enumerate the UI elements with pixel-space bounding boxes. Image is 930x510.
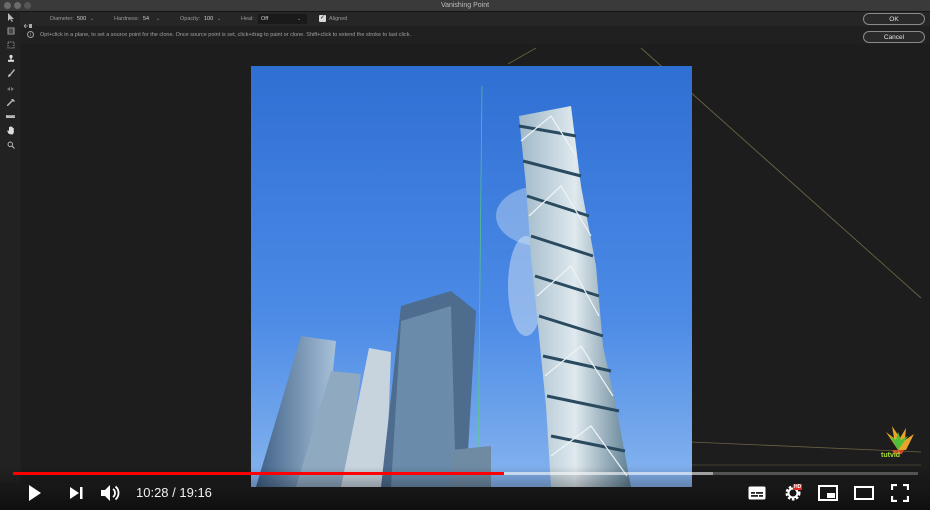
hand-tool-icon[interactable] — [5, 126, 16, 135]
diameter-field[interactable]: 500 — [77, 14, 86, 24]
diameter-dropdown-icon[interactable]: ⌄ — [90, 14, 94, 24]
subtitles-button[interactable] — [746, 482, 768, 504]
hd-badge: HD — [793, 484, 803, 490]
time-display: 10:28 / 19:16 — [136, 485, 212, 500]
heal-dropdown-icon[interactable]: ⌄ — [297, 14, 301, 24]
marquee-tool-icon[interactable] — [5, 40, 16, 49]
stamp-tool-icon[interactable] — [5, 54, 16, 63]
transform-tool-icon[interactable] — [5, 84, 16, 93]
zoom-tool-icon[interactable] — [5, 140, 16, 149]
theater-icon — [854, 486, 874, 500]
heal-label: Heal: — [241, 16, 254, 22]
buffered-bar — [503, 472, 713, 475]
hardness-label: Hardness: — [114, 16, 140, 22]
create-plane-tool-icon[interactable] — [5, 26, 16, 35]
hardness-field[interactable]: 54 — [143, 14, 149, 24]
progress-bar[interactable] — [13, 472, 918, 475]
options-bar: Diameter: 500 ⌄ Hardness: 54 ⌄ Opacity: … — [0, 12, 930, 29]
photo-preview[interactable] — [251, 66, 692, 487]
info-text: Opt+click in a plane, to set a source po… — [40, 32, 411, 38]
miniplayer-button[interactable] — [817, 482, 839, 504]
aligned-checkbox[interactable]: ✓ — [319, 15, 326, 22]
volume-button[interactable] — [99, 482, 123, 504]
title-bar: Vanishing Point — [0, 0, 930, 12]
cancel-button[interactable]: Cancel — [863, 31, 925, 43]
hardness-dropdown-icon[interactable]: ⌄ — [156, 14, 160, 24]
opacity-dropdown-icon[interactable]: ⌄ — [217, 14, 221, 24]
edit-plane-tool-icon[interactable] — [5, 13, 16, 22]
logo-text: tutvid — [881, 452, 901, 459]
play-icon — [29, 485, 41, 501]
ok-button[interactable]: OK — [863, 13, 925, 25]
aligned-label: Aligned — [329, 16, 348, 22]
next-icon — [70, 487, 83, 499]
played-bar — [13, 472, 505, 475]
play-button[interactable] — [25, 482, 45, 504]
fullscreen-button[interactable] — [889, 482, 911, 504]
window-title: Vanishing Point — [440, 2, 490, 9]
brush-tool-icon[interactable] — [5, 68, 16, 77]
opacity-label: Opacity: — [180, 16, 201, 22]
diameter-label: Diameter: — [50, 16, 74, 22]
fullscreen-icon — [891, 484, 909, 502]
next-button[interactable] — [66, 482, 86, 504]
subtitles-icon — [748, 486, 766, 500]
volume-icon — [101, 485, 120, 501]
miniplayer-icon — [818, 485, 838, 501]
tool-panel — [0, 12, 20, 482]
info-icon: i — [27, 31, 34, 38]
theater-mode-button[interactable] — [853, 482, 875, 504]
opacity-field[interactable]: 100 — [204, 14, 213, 24]
eyedropper-tool-icon[interactable] — [5, 98, 16, 107]
measure-tool-icon[interactable] — [5, 112, 16, 121]
